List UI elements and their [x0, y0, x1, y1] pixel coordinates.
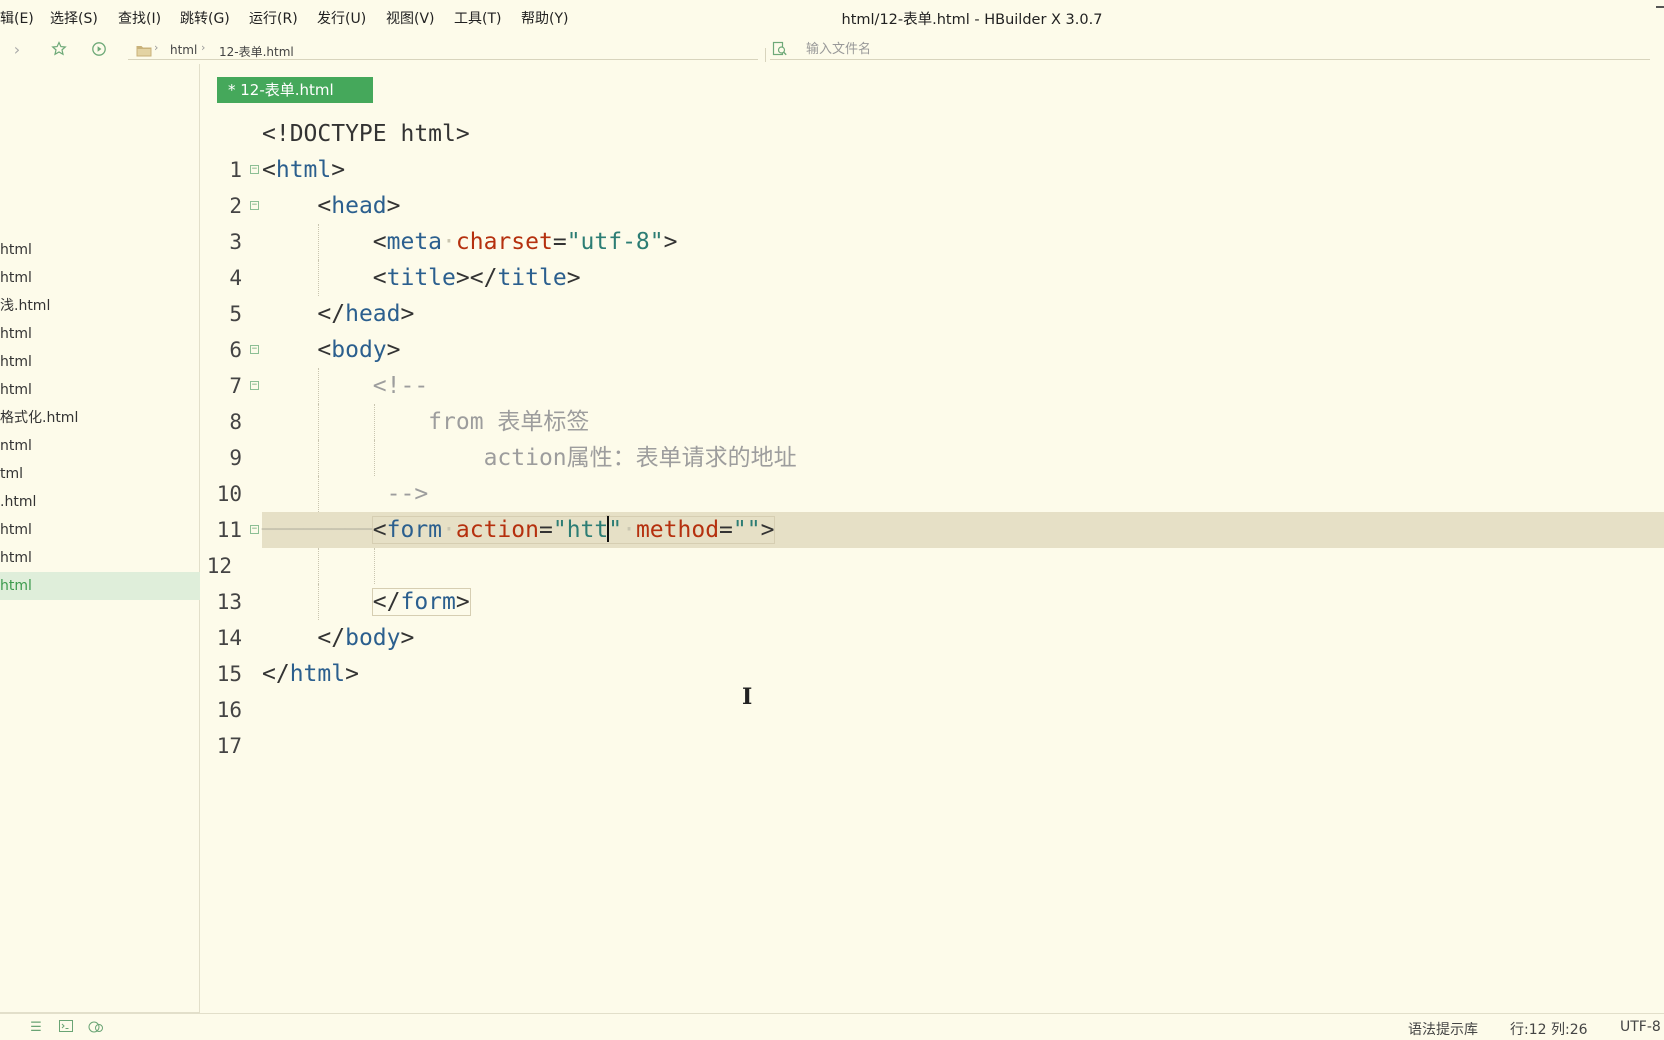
file-item[interactable]: tml: [0, 460, 200, 488]
code-line: 13: [200, 548, 1664, 614]
editor-tab-active[interactable]: * 12-表单.html: [217, 77, 373, 103]
attr-token: charset: [455, 229, 553, 255]
line-number: 17: [216, 734, 242, 758]
string-token: "": [732, 517, 761, 543]
code-line: 9 from 表单标签: [200, 404, 1664, 470]
tag-token: title: [497, 265, 567, 291]
code-line: 10 action属性：表单请求的地址: [200, 440, 1664, 506]
tag-token: body: [331, 337, 387, 363]
code-area[interactable]: 1 <!DOCTYPE html> 2 − <html> 3 − <head> …: [200, 116, 1664, 758]
fold-toggle-icon[interactable]: −: [250, 525, 259, 534]
project-sidebar: html html 浅.html html html html 格式化.html…: [0, 64, 200, 1013]
file-item-active[interactable]: html: [0, 572, 200, 600]
list-icon[interactable]: ☰: [28, 1020, 44, 1036]
code-line: 15 </body>: [200, 620, 1664, 686]
breadcrumb-separator-icon: ›: [154, 41, 159, 54]
file-item[interactable]: html: [0, 320, 200, 348]
code-line: 2 − <html>: [200, 152, 1664, 218]
code-line: 11 -->: [200, 476, 1664, 542]
tag-token: head: [345, 301, 401, 327]
file-search-icon: [772, 41, 788, 57]
doctype-token: <!DOCTYPE html>: [262, 121, 470, 147]
terminal-icon[interactable]: [58, 1020, 74, 1036]
comment-token: from 表单标签: [428, 409, 590, 435]
divider: [765, 48, 766, 62]
comment-token: <!--: [372, 373, 429, 399]
tag-token: form: [400, 589, 456, 615]
window-title: html/12-表单.html - HBuilder X 3.0.7: [841, 12, 1103, 28]
status-bar: ☰ 语法提示库 行:12 列:26 UTF-8: [0, 1013, 1664, 1040]
fold-toggle-icon[interactable]: −: [250, 345, 259, 354]
code-line: 14 </form>: [200, 584, 1664, 650]
cursor-position-status[interactable]: 行:12 列:26: [1510, 1019, 1588, 1039]
string-token: ": [608, 517, 623, 543]
code-line: 16 </html>: [200, 656, 1664, 722]
code-line: 7 − <body>: [200, 332, 1664, 398]
comment-token: action属性：表单请求的地址: [483, 445, 797, 471]
code-line: 8 − <!--: [200, 368, 1664, 434]
string-token: "htt: [552, 517, 609, 543]
breadcrumb-item-file[interactable]: 12-表单.html: [219, 43, 294, 60]
file-item[interactable]: 格式化.html: [0, 404, 200, 432]
code-line: 4 <meta·charset="utf-8">: [200, 224, 1664, 290]
encoding-status[interactable]: UTF-8: [1620, 1019, 1661, 1035]
plugin-icon[interactable]: [88, 1020, 104, 1036]
comment-token: -->: [386, 481, 429, 507]
code-line: 6 </head>: [200, 296, 1664, 362]
file-item[interactable]: html: [0, 516, 200, 544]
i-beam-cursor-icon: I: [742, 684, 753, 710]
file-search-input[interactable]: [806, 40, 1206, 58]
file-item[interactable]: html: [0, 376, 200, 404]
file-item[interactable]: 浅.html: [0, 292, 200, 320]
file-list: html html 浅.html html html html 格式化.html…: [0, 236, 200, 600]
run-icon[interactable]: [90, 40, 108, 58]
menu-bar: 辑(E) 选择(S) 查找(I) 跳转(G) 运行(R) 发行(U) 视图(V)…: [0, 0, 1664, 34]
file-item[interactable]: html: [0, 236, 200, 264]
code-line: 1 <!DOCTYPE html>: [200, 116, 1664, 182]
code-line: 5 <title></title>: [200, 260, 1664, 326]
toolbar: › › html › 12-表单.html: [0, 34, 1664, 64]
tag-token: title: [386, 265, 456, 291]
file-item[interactable]: html: [0, 544, 200, 572]
chevron-right-icon[interactable]: ›: [8, 40, 26, 59]
tag-token: meta: [386, 229, 443, 255]
code-editor[interactable]: * 12-表单.html 1 <!DOCTYPE html> 2 − <html…: [200, 64, 1664, 1013]
breadcrumb-separator-icon: ›: [201, 41, 206, 54]
file-search-box: [770, 38, 1650, 60]
file-item[interactable]: html: [0, 264, 200, 292]
attr-token: action: [455, 517, 539, 543]
string-token: "utf-8": [566, 229, 664, 255]
star-icon[interactable]: [50, 40, 68, 58]
tag-token: head: [331, 193, 387, 219]
fold-toggle-icon[interactable]: −: [250, 165, 259, 174]
breadcrumb-item-folder[interactable]: html: [170, 43, 197, 57]
breadcrumb: › html › 12-表单.html: [128, 38, 758, 60]
code-line: 17: [200, 692, 1664, 758]
tag-token: form: [386, 517, 443, 543]
folder-icon: [136, 42, 152, 57]
file-item[interactable]: ntml: [0, 432, 200, 460]
tag-token: html: [275, 157, 332, 183]
tag-token: body: [345, 625, 401, 651]
syntax-library-status[interactable]: 语法提示库: [1408, 1019, 1478, 1039]
fold-toggle-icon[interactable]: −: [250, 201, 259, 210]
tag-token: html: [289, 661, 346, 687]
fold-toggle-icon[interactable]: −: [250, 381, 259, 390]
file-item[interactable]: .html: [0, 488, 200, 516]
minimize-icon[interactable]: [1656, 6, 1664, 8]
line-number: 11: [216, 518, 242, 542]
code-line-current: 12 − ────────<form·action="htt"·method="…: [207, 512, 1664, 578]
attr-token: method: [635, 517, 720, 543]
code-line: 3 − <head>: [200, 188, 1664, 254]
file-item[interactable]: html: [0, 348, 200, 376]
